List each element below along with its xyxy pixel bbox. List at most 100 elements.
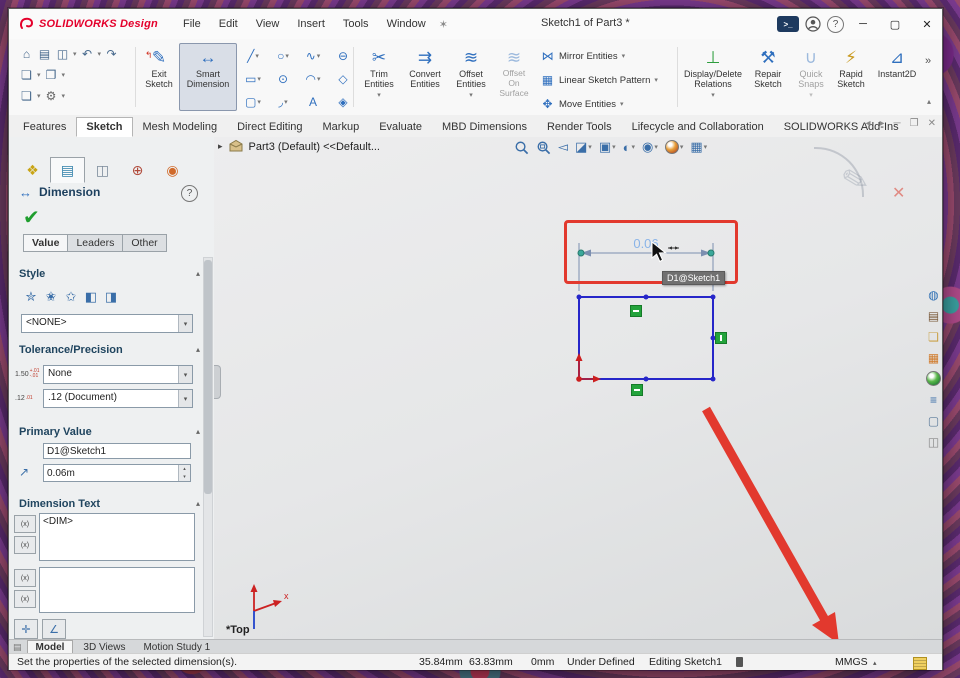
move-entities-button[interactable]: ✥ Move Entities ▾ [537, 93, 661, 115]
tab-mesh-modeling[interactable]: Mesh Modeling [133, 117, 228, 137]
motion-study-tab[interactable]: Motion Study 1 [135, 641, 218, 654]
panel-help-icon[interactable]: ? [181, 185, 198, 202]
design-library-icon[interactable]: ▤ [926, 308, 941, 323]
horizontal-relation-badge[interactable] [630, 305, 642, 317]
pin-menu-icon[interactable]: ✶ [439, 18, 448, 31]
close-panel-icon[interactable]: ✕ [928, 118, 936, 129]
display-delete-relations-button[interactable]: ⊥ Display/Delete Relations ▾ [681, 43, 745, 111]
menu-view[interactable]: View [247, 9, 289, 39]
tab-features[interactable]: Features [13, 117, 76, 137]
tab-value[interactable]: Value [23, 234, 69, 252]
sensors-icon[interactable]: ◫ [926, 434, 941, 449]
file-explorer-icon[interactable]: ❏ [926, 329, 941, 344]
tab-direct-editing[interactable]: Direct Editing [227, 117, 312, 137]
command-prompt-icon[interactable]: >_ [777, 16, 799, 32]
mirror-entities-button[interactable]: ⋈ Mirror Entities ▾ [537, 45, 661, 67]
3d-views-tab[interactable]: 3D Views [75, 641, 133, 654]
panel-scrollbar-thumb[interactable] [204, 260, 212, 495]
forum-icon[interactable]: ▢ [926, 413, 941, 428]
close-button[interactable]: ✕ [914, 12, 940, 36]
menu-edit[interactable]: Edit [210, 9, 247, 39]
tab-other[interactable]: Other [123, 234, 167, 252]
dimension-text-secondary-input[interactable] [39, 567, 195, 613]
unit-system-caret-icon[interactable]: ▴ [873, 659, 877, 667]
style-dropdown[interactable]: <NONE> ▾ [21, 314, 193, 333]
tab-leaders[interactable]: Leaders [68, 234, 124, 252]
tab-render-tools[interactable]: Render Tools [537, 117, 622, 137]
tab-lifecycle-collaboration[interactable]: Lifecycle and Collaboration [622, 117, 774, 137]
restore-panel-icon[interactable]: ❐ [910, 118, 919, 129]
arc-tool-button[interactable]: ◠ ▾ [299, 68, 327, 89]
spline-tool-button[interactable]: ∿ ▾ [299, 45, 327, 66]
help-icon[interactable]: ? [827, 15, 844, 33]
sheet-icon[interactable]: ❏ [19, 89, 34, 103]
configurationmanager-tab[interactable]: ◫ [85, 157, 120, 183]
delete-favorite-icon[interactable]: ✩ [61, 289, 81, 305]
home-icon[interactable]: ⌂ [19, 47, 34, 61]
fillet-tool-button[interactable]: ◞ ▾ [269, 91, 297, 112]
add-symbol-button[interactable]: ✛ [14, 619, 38, 639]
dimxpertmanager-tab[interactable]: ⊕ [120, 157, 155, 183]
menu-insert[interactable]: Insert [288, 9, 334, 39]
featuremanager-tab[interactable]: ❖ [15, 157, 50, 183]
unit-system[interactable]: MMGS [835, 656, 868, 668]
exit-sketch-button[interactable]: ✎ ↰ Exit Sketch [139, 43, 179, 111]
tab-sketch[interactable]: Sketch [76, 117, 133, 137]
rapid-sketch-button[interactable]: ⚡ Rapid Sketch [831, 43, 871, 111]
value-spinner[interactable]: ▴ ▾ [178, 465, 190, 481]
offset-entities-button[interactable]: ≋ Offset Entities ▾ [449, 43, 493, 111]
spinner-down-icon[interactable]: ▾ [183, 474, 186, 480]
panel-splitter-handle[interactable] [214, 365, 221, 399]
circle-tool-button[interactable]: ○ ▾ [269, 45, 297, 66]
toolbox-icon[interactable]: ▦ [926, 350, 941, 365]
save-icon[interactable]: ◫ [55, 47, 70, 61]
horizontal-relation-badge[interactable] [631, 384, 643, 396]
collapse-ribbon-icon[interactable]: ▴ [927, 97, 931, 106]
user-account-icon[interactable] [805, 16, 821, 32]
graphics-area[interactable]: ▸ Part3 (Default) <<Default... ◅ ◪ ▾ ▣ ▾ ◐ [214, 137, 942, 639]
precision-dropdown[interactable]: .12 (Document) ▾ [43, 389, 193, 408]
displaymanager-tab[interactable]: ◉ [155, 157, 190, 183]
maximize-button[interactable]: ▢ [882, 12, 908, 36]
dimension-text-symbol-button[interactable]: (x) [14, 569, 36, 587]
options-gear-icon[interactable]: ⚙ [44, 89, 59, 103]
menu-tools[interactable]: Tools [334, 9, 378, 39]
slot-tool-button[interactable]: ▢ ▾ [239, 91, 267, 112]
line-tool-button[interactable]: ╱ ▾ [239, 45, 267, 66]
print-icon[interactable]: ▤ [37, 47, 52, 61]
ribbon-overflow-button[interactable]: » [925, 55, 931, 67]
pin-panel-right-icon[interactable]: ▸ [880, 118, 885, 129]
instant2d-button[interactable]: ⊿ Instant2D [871, 43, 923, 111]
minimize-button[interactable]: ─ [850, 12, 876, 36]
pin-panel-left-icon[interactable]: ◂ [865, 118, 870, 129]
menu-window[interactable]: Window [378, 9, 435, 39]
spinner-up-icon[interactable]: ▴ [183, 466, 186, 472]
dimension-text-symbol-button[interactable]: (x) [14, 515, 36, 533]
dimension-text-input[interactable]: <DIM> [39, 513, 195, 561]
repair-sketch-button[interactable]: ⚒ Repair Sketch [745, 43, 791, 111]
update-favorite-icon[interactable]: ✬ [41, 289, 61, 305]
dimension-text-section-header[interactable]: Dimension Text ▴ [9, 497, 214, 513]
custom-properties-icon[interactable]: ≡ [926, 392, 941, 407]
convert-entities-button[interactable]: ⇉ Convert Entities [401, 43, 449, 111]
text-tool-button[interactable]: A [299, 91, 327, 112]
propertymanager-tab[interactable]: ▤ [50, 157, 85, 183]
ok-check-button[interactable]: ✔ [23, 205, 40, 230]
trim-entities-button[interactable]: ✂ Trim Entities ▾ [357, 43, 401, 111]
tab-mbd-dimensions[interactable]: MBD Dimensions [432, 117, 537, 137]
appearances-icon[interactable] [926, 371, 941, 386]
tolerance-section-header[interactable]: Tolerance/Precision ▴ [9, 343, 214, 359]
undo-icon[interactable]: ↶ [80, 47, 95, 61]
linear-sketch-pattern-button[interactable]: ▦ Linear Sketch Pattern ▾ [537, 69, 661, 91]
dimension-text-symbol-button[interactable]: (x) [14, 536, 36, 554]
style-section-header[interactable]: Style ▴ [9, 267, 214, 283]
angle-symbol-button[interactable]: ∠ [42, 619, 66, 639]
load-favorites-icon[interactable]: ◨ [101, 289, 121, 305]
add-favorite-icon[interactable]: ✮ [21, 289, 41, 305]
tolerance-dropdown[interactable]: None ▾ [43, 365, 193, 384]
model-tab[interactable]: Model [26, 640, 74, 654]
message-log-icon[interactable] [913, 657, 927, 670]
point-tool-button[interactable]: ⊙ [269, 68, 297, 89]
dimension-value-field[interactable] [43, 464, 191, 482]
minimize-panel-icon[interactable]: ─ [894, 118, 901, 129]
